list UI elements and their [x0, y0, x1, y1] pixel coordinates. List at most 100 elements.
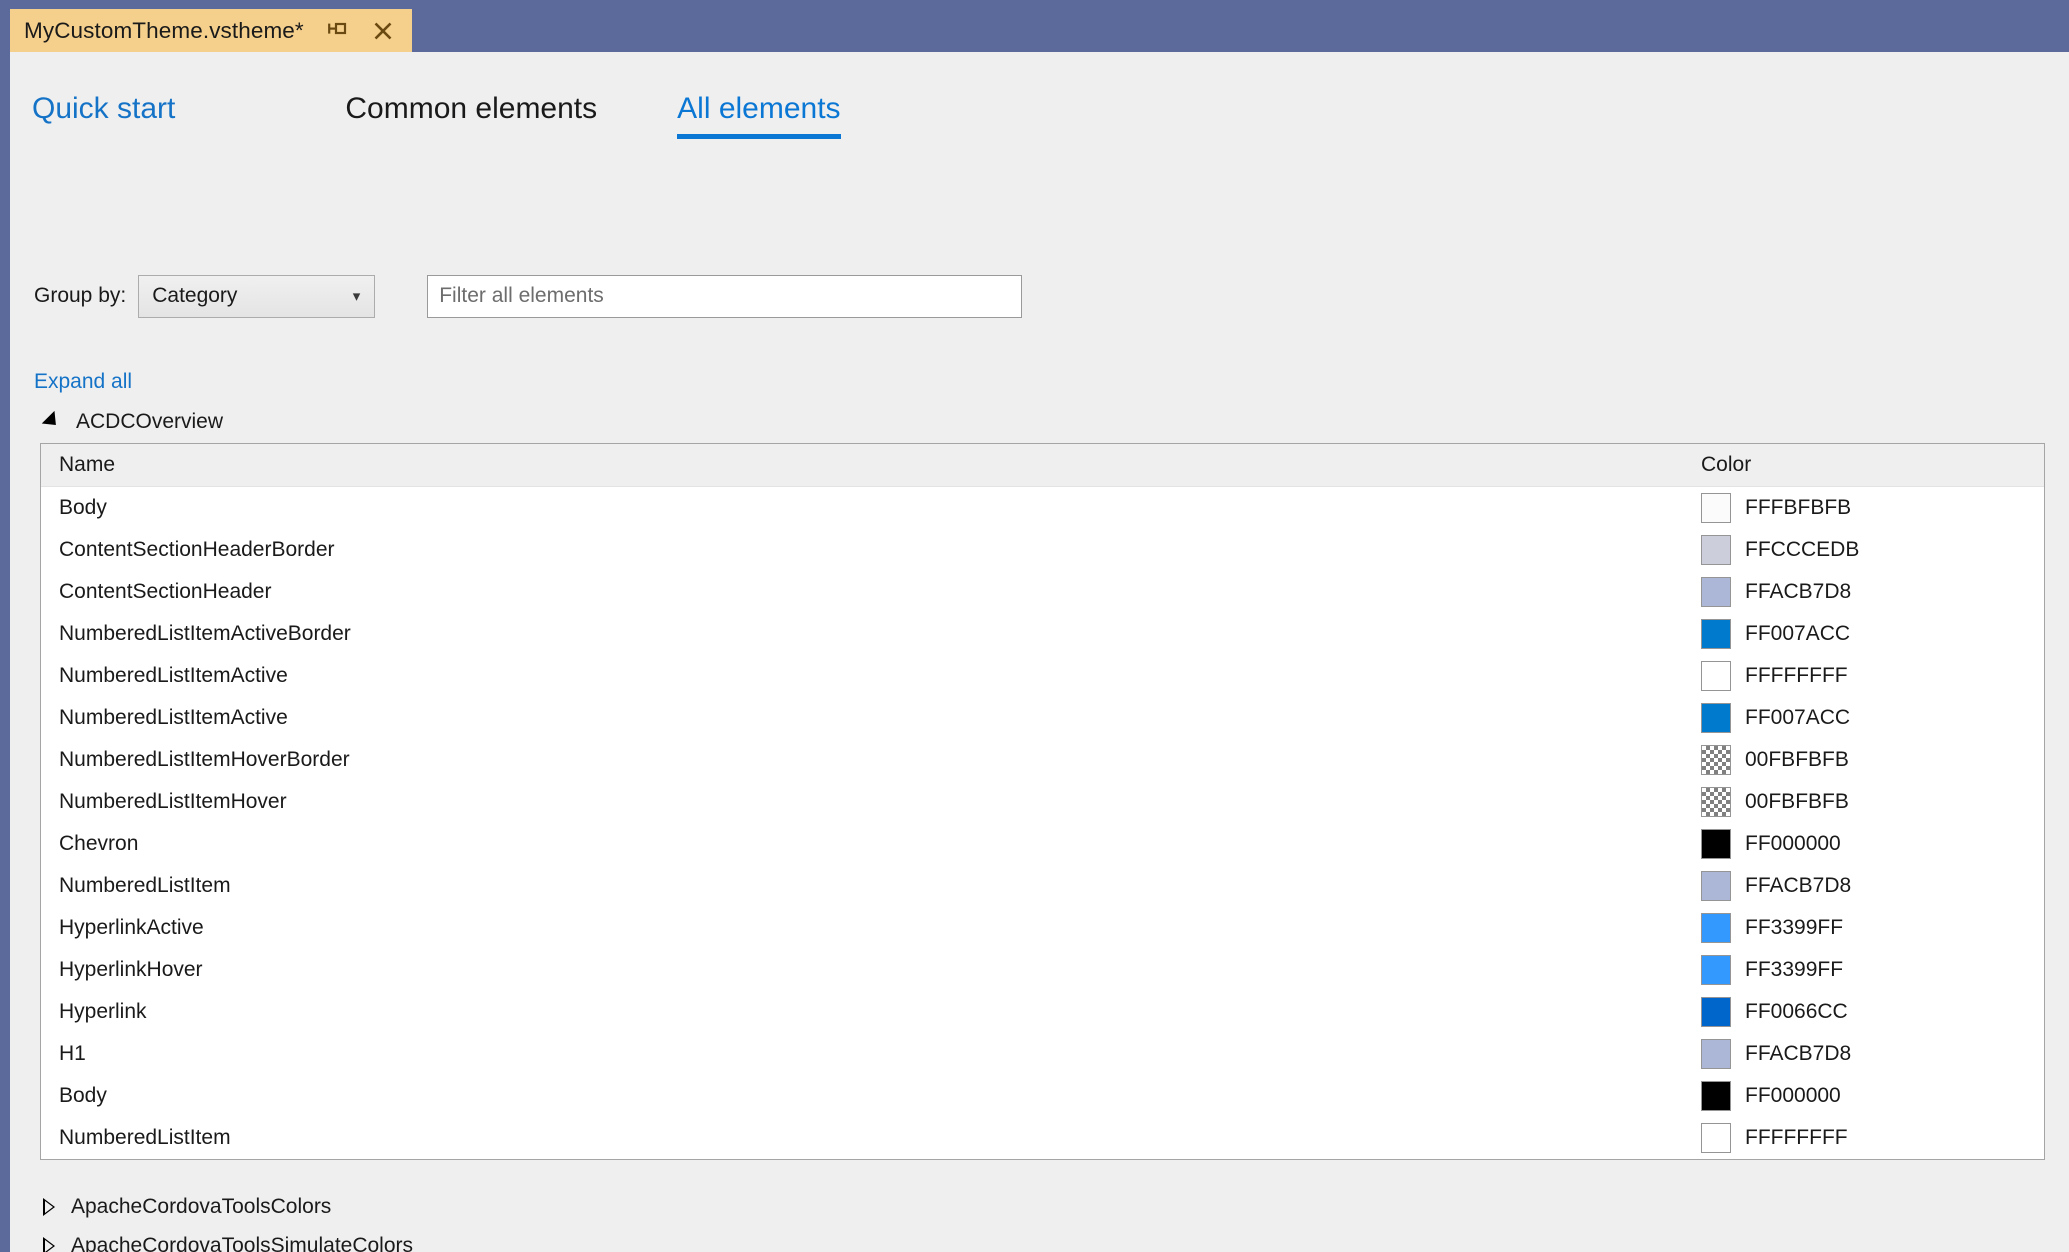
close-icon[interactable]: [370, 18, 396, 44]
cell-element-name: ContentSectionHeaderBorder: [59, 538, 335, 561]
pin-icon[interactable]: [324, 18, 350, 44]
tab-common-elements[interactable]: Common elements: [345, 90, 597, 139]
cell-element-name: NumberedListItem: [59, 1126, 231, 1149]
color-swatch[interactable]: [1701, 661, 1731, 691]
cell-element-color[interactable]: FFCCCEDB: [1689, 535, 2044, 565]
color-hex-value: 00FBFBFB: [1745, 790, 1849, 813]
color-swatch[interactable]: [1701, 1081, 1731, 1111]
document-tab-strip: MyCustomTheme.vstheme*: [0, 0, 2069, 52]
table-header-row: Name Color: [41, 444, 2044, 487]
color-swatch[interactable]: [1701, 535, 1731, 565]
document-tab-title: MyCustomTheme.vstheme*: [24, 17, 304, 43]
table-row[interactable]: NumberedListItemActiveBorder FF007ACC: [41, 613, 2044, 655]
color-swatch[interactable]: [1701, 955, 1731, 985]
color-hex-value: 00FBFBFB: [1745, 748, 1849, 771]
cell-element-name: HyperlinkActive: [59, 916, 204, 939]
cell-element-color[interactable]: FFACB7D8: [1689, 577, 2044, 607]
column-header-color[interactable]: Color: [1689, 453, 2044, 477]
cell-element-color[interactable]: FFFBFBFB: [1689, 493, 2044, 523]
table-row[interactable]: Chevron FF000000: [41, 823, 2044, 865]
cell-element-color[interactable]: FF0066CC: [1689, 997, 2044, 1027]
color-hex-value: FFFFFFFF: [1745, 664, 1848, 687]
table-row[interactable]: NumberedListItemActive FFFFFFFF: [41, 655, 2044, 697]
cell-element-name: NumberedListItem: [59, 874, 231, 897]
group-header-collapsed[interactable]: ApacheCordovaToolsSimulateColors: [43, 1226, 943, 1252]
tab-quick-start[interactable]: Quick start: [32, 90, 175, 139]
cell-element-name: Hyperlink: [59, 1000, 147, 1023]
color-swatch[interactable]: [1701, 787, 1731, 817]
color-hex-value: FF3399FF: [1745, 916, 1844, 939]
collapsed-group-list: ApacheCordovaToolsColors ApacheCordovaToo…: [43, 1187, 943, 1252]
cell-element-color[interactable]: FF007ACC: [1689, 619, 2044, 649]
color-hex-value: FFACB7D8: [1745, 1042, 1852, 1065]
color-hex-value: FF000000: [1745, 832, 1841, 855]
triangle-down-icon: [41, 410, 63, 431]
cell-element-color[interactable]: 00FBFBFB: [1689, 745, 2044, 775]
color-hex-value: FFCCCEDB: [1745, 538, 1860, 561]
color-swatch[interactable]: [1701, 871, 1731, 901]
cell-element-color[interactable]: FF007ACC: [1689, 703, 2044, 733]
color-swatch[interactable]: [1701, 829, 1731, 859]
color-swatch[interactable]: [1701, 1123, 1731, 1153]
filter-input[interactable]: [427, 274, 1023, 318]
color-hex-value: FF000000: [1745, 1084, 1841, 1107]
group-header-label: ACDCOverview: [76, 410, 224, 433]
color-swatch[interactable]: [1701, 703, 1731, 733]
color-hex-value: FFACB7D8: [1745, 580, 1852, 603]
table-row[interactable]: Body FF000000: [41, 1075, 2044, 1117]
cell-element-color[interactable]: FFACB7D8: [1689, 1039, 2044, 1069]
color-swatch[interactable]: [1701, 913, 1731, 943]
app-window: MyCustomTheme.vstheme* Quick start Commo…: [0, 0, 2069, 1252]
triangle-right-icon: [43, 1236, 55, 1252]
column-header-name[interactable]: Name: [41, 453, 1689, 477]
cell-element-name: ContentSectionHeader: [59, 580, 272, 603]
cell-element-color[interactable]: FF000000: [1689, 1081, 2044, 1111]
cell-element-name: Body: [59, 496, 107, 519]
cell-element-name: NumberedListItemActiveBorder: [59, 622, 351, 645]
cell-element-color[interactable]: FF3399FF: [1689, 913, 2044, 943]
cell-element-name: H1: [59, 1042, 86, 1065]
cell-element-name: Chevron: [59, 832, 139, 855]
cell-element-color[interactable]: FFACB7D8: [1689, 871, 2044, 901]
group-header-collapsed[interactable]: ApacheCordovaToolsColors: [43, 1187, 943, 1226]
color-hex-value: FF0066CC: [1745, 1000, 1848, 1023]
color-swatch[interactable]: [1701, 997, 1731, 1027]
table-row[interactable]: NumberedListItem FFFFFFFF: [41, 1117, 2044, 1159]
table-row[interactable]: H1 FFACB7D8: [41, 1033, 2044, 1075]
expand-all-link[interactable]: Expand all: [34, 370, 132, 394]
table-row[interactable]: Hyperlink FF0066CC: [41, 991, 2044, 1033]
table-row[interactable]: ContentSectionHeaderBorder FFCCCEDB: [41, 529, 2044, 571]
table-row[interactable]: HyperlinkActive FF3399FF: [41, 907, 2044, 949]
chevron-down-icon: ▾: [352, 287, 361, 305]
cell-element-color[interactable]: FFFFFFFF: [1689, 1123, 2044, 1153]
color-swatch[interactable]: [1701, 745, 1731, 775]
cell-element-color[interactable]: FF3399FF: [1689, 955, 2044, 985]
nav-tabs: Quick start Common elements All elements: [10, 90, 841, 160]
filter-toolbar: Group by: Category ▾: [34, 274, 1023, 318]
group-header-acdcoverview[interactable]: ACDCOverview: [41, 410, 224, 434]
color-swatch[interactable]: [1701, 619, 1731, 649]
color-hex-value: FF3399FF: [1745, 958, 1844, 981]
group-by-selected-value: Category: [152, 284, 238, 307]
cell-element-name: HyperlinkHover: [59, 958, 203, 981]
table-row[interactable]: HyperlinkHover FF3399FF: [41, 949, 2044, 991]
table-row[interactable]: NumberedListItemHover 00FBFBFB: [41, 781, 2044, 823]
table-row[interactable]: Body FFFBFBFB: [41, 487, 2044, 529]
color-swatch[interactable]: [1701, 1039, 1731, 1069]
document-tab[interactable]: MyCustomTheme.vstheme*: [10, 9, 412, 52]
color-swatch[interactable]: [1701, 493, 1731, 523]
theme-editor-page: Quick start Common elements All elements…: [10, 52, 2069, 1252]
table-row[interactable]: NumberedListItem FFACB7D8: [41, 865, 2044, 907]
color-hex-value: FFFFFFFF: [1745, 1126, 1848, 1149]
cell-element-color[interactable]: FFFFFFFF: [1689, 661, 2044, 691]
group-by-dropdown[interactable]: Category ▾: [138, 274, 376, 318]
table-row[interactable]: NumberedListItemHoverBorder 00FBFBFB: [41, 739, 2044, 781]
table-row[interactable]: NumberedListItemActive FF007ACC: [41, 697, 2044, 739]
tab-all-elements[interactable]: All elements: [677, 90, 841, 139]
color-swatch[interactable]: [1701, 577, 1731, 607]
group-by-label: Group by:: [34, 284, 127, 307]
color-hex-value: FFFBFBFB: [1745, 496, 1852, 519]
table-row[interactable]: ContentSectionHeader FFACB7D8: [41, 571, 2044, 613]
cell-element-color[interactable]: 00FBFBFB: [1689, 787, 2044, 817]
cell-element-color[interactable]: FF000000: [1689, 829, 2044, 859]
